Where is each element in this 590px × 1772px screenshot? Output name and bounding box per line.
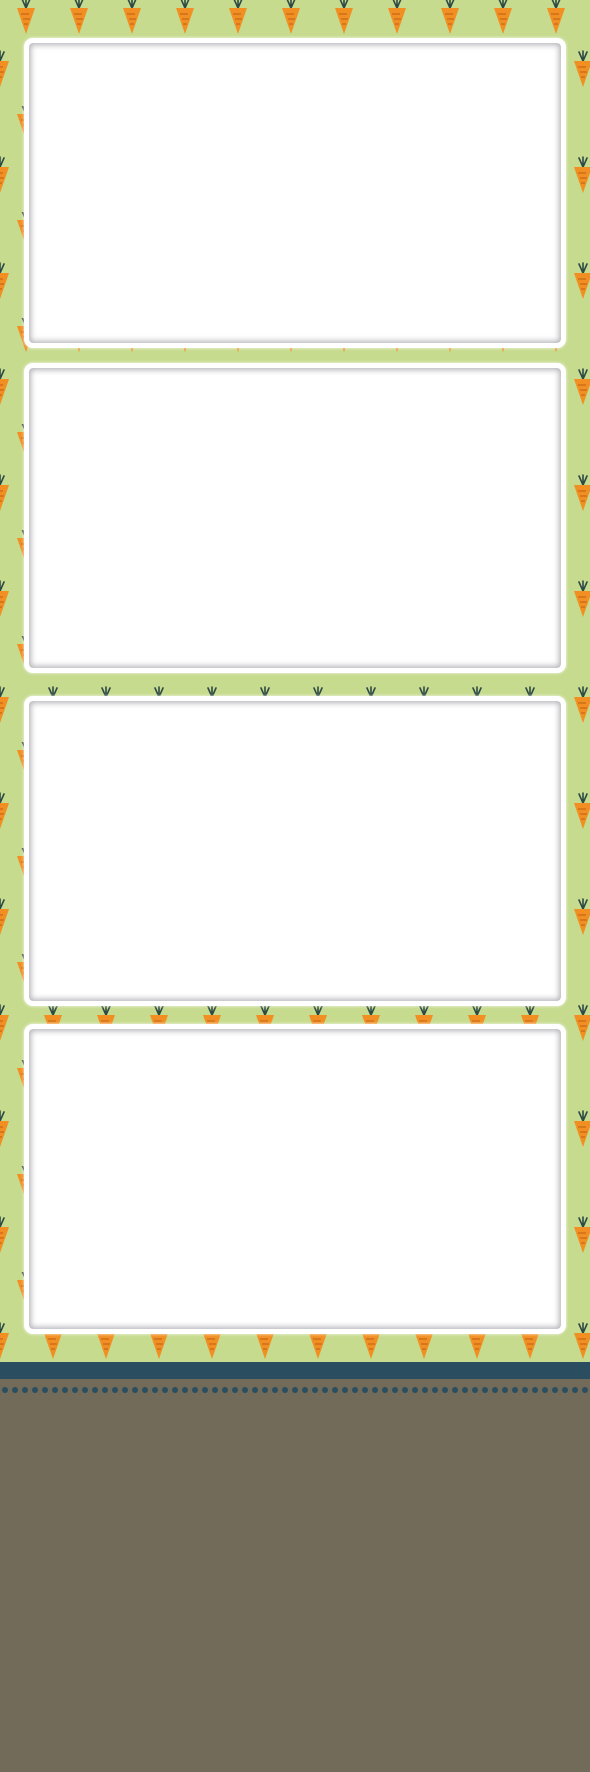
dotted-border [0, 1383, 590, 1396]
navy-divider-band [0, 1362, 590, 1379]
photo-slot-2[interactable] [24, 363, 566, 673]
photo-slot-1[interactable] [24, 38, 566, 348]
photo-slot-4[interactable] [24, 1024, 566, 1334]
footer-panel [0, 1395, 590, 1772]
photo-slot-3[interactable] [24, 696, 566, 1006]
